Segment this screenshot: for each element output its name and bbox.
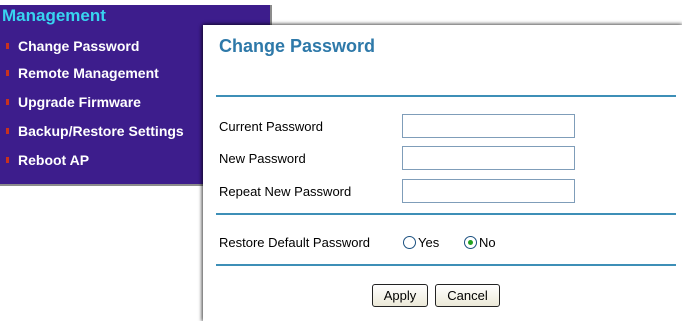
bullet-icon: [6, 157, 9, 164]
menu-item-label: Change Password: [18, 38, 140, 54]
menu-item-label: Backup/Restore Settings: [18, 123, 184, 139]
menu-item-label: Upgrade Firmware: [18, 94, 141, 110]
restore-default-no-radio[interactable]: No: [464, 235, 496, 250]
new-password-input[interactable]: [402, 146, 575, 170]
divider: [216, 264, 676, 266]
bullet-icon: [6, 128, 9, 135]
menu-item-change-password[interactable]: Change Password: [6, 37, 139, 55]
bullet-icon: [6, 70, 9, 77]
menu-item-backup-restore-settings[interactable]: Backup/Restore Settings: [6, 122, 184, 140]
apply-button[interactable]: Apply: [372, 284, 428, 307]
radio-unchecked-icon: [403, 236, 416, 249]
repeat-new-password-input[interactable]: [402, 179, 575, 203]
current-password-label: Current Password: [219, 119, 324, 134]
radio-checked-icon: [464, 236, 477, 249]
divider: [216, 213, 676, 215]
restore-default-yes-radio[interactable]: Yes: [403, 235, 439, 250]
menu-item-reboot-ap[interactable]: Reboot AP: [6, 151, 89, 169]
menu-title: Management: [2, 6, 106, 25]
bullet-icon: [6, 43, 9, 50]
bullet-icon: [6, 99, 9, 106]
page-title: Change Password: [219, 36, 376, 56]
repeat-new-password-label: Repeat New Password: [219, 184, 352, 199]
cancel-button[interactable]: Cancel: [435, 284, 500, 307]
radio-no-label: No: [479, 235, 496, 250]
restore-default-password-label: Restore Default Password: [219, 235, 371, 250]
divider: [216, 95, 676, 97]
new-password-label: New Password: [219, 151, 306, 166]
menu-item-upgrade-firmware[interactable]: Upgrade Firmware: [6, 93, 141, 111]
menu-item-label: Reboot AP: [18, 152, 90, 168]
menu-item-label: Remote Management: [18, 65, 159, 81]
radio-yes-label: Yes: [418, 235, 440, 250]
current-password-input[interactable]: [402, 114, 575, 138]
menu-item-remote-management[interactable]: Remote Management: [6, 64, 159, 82]
change-password-panel: Change Password Current Password New Pas…: [203, 25, 682, 321]
